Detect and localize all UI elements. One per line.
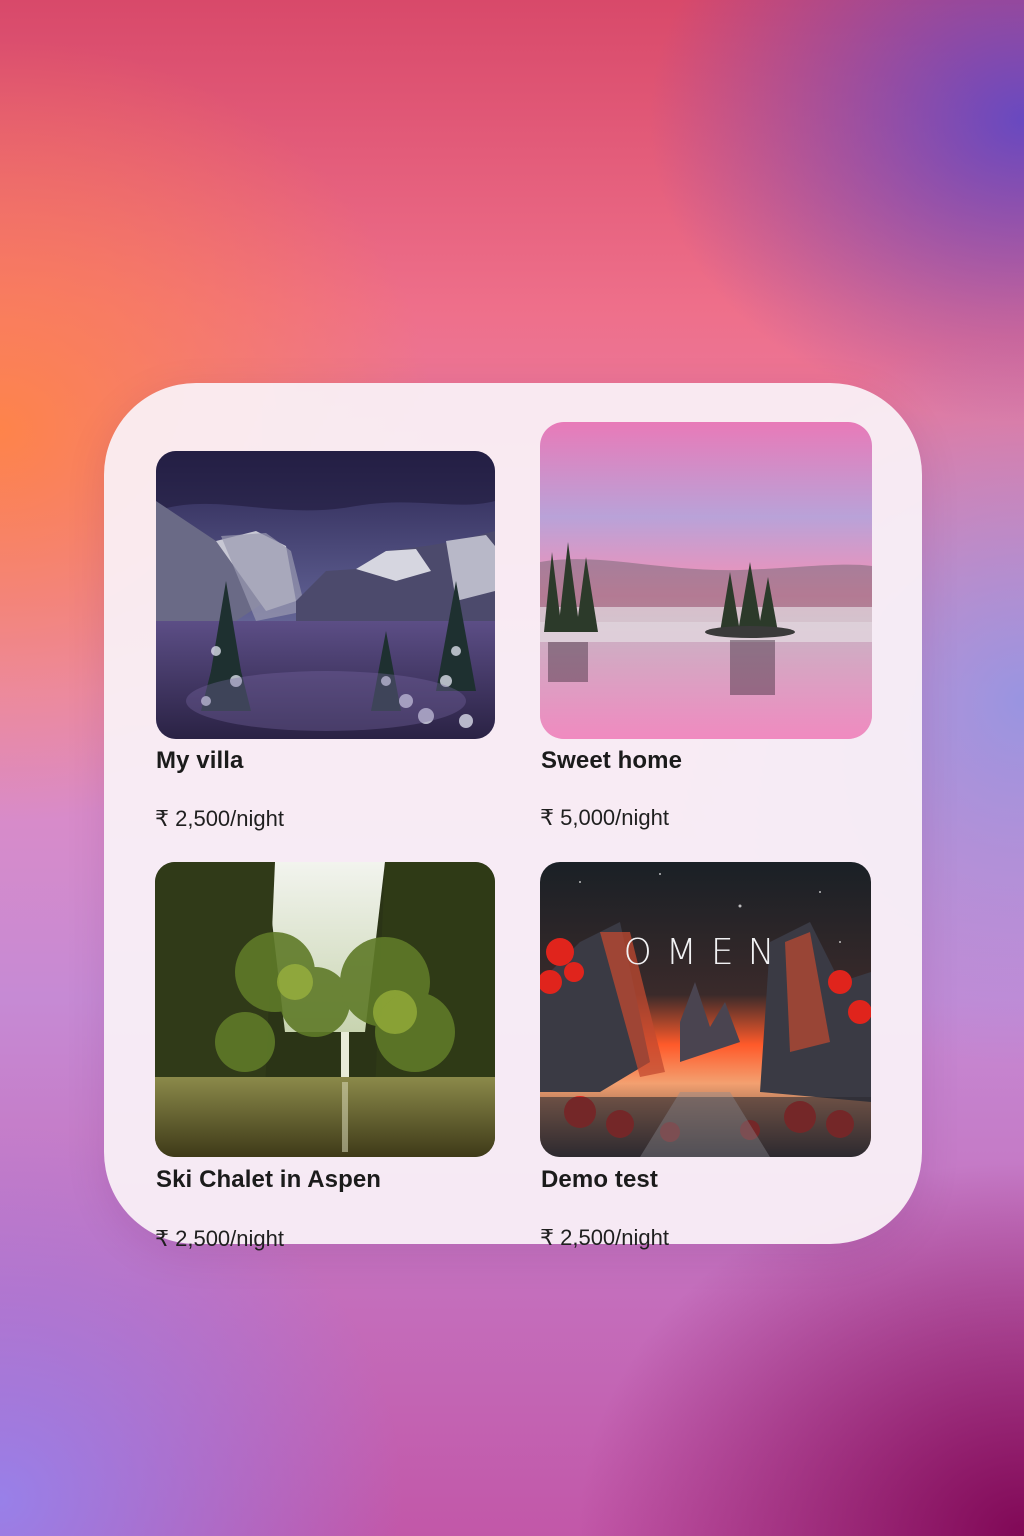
- listing-title[interactable]: My villa: [156, 747, 244, 775]
- listing-title[interactable]: Demo test: [541, 1166, 658, 1194]
- listing-title[interactable]: Ski Chalet in Aspen: [156, 1166, 381, 1194]
- listing-title[interactable]: Sweet home: [541, 747, 682, 775]
- listing-card-my-villa[interactable]: [156, 451, 495, 739]
- listing-price: ₹ 2,500/night: [540, 1225, 669, 1250]
- listing-price: ₹ 2,500/night: [155, 806, 284, 831]
- listing-photo-snowy-valley[interactable]: [156, 451, 495, 739]
- listing-card-demo-test[interactable]: OMEN: [540, 862, 871, 1157]
- listing-price: ₹ 5,000/night: [540, 805, 669, 830]
- listing-photo-misty-lake[interactable]: [540, 422, 872, 739]
- listing-photo-forest-waterfall[interactable]: [155, 862, 495, 1157]
- omen-logo-text: OMEN: [623, 932, 788, 973]
- listing-price: ₹ 2,500/night: [155, 1226, 284, 1251]
- listing-photo-omen-artwork[interactable]: OMEN: [540, 862, 871, 1157]
- listing-card-ski-chalet[interactable]: [155, 862, 495, 1157]
- listing-card-sweet-home[interactable]: [540, 422, 872, 739]
